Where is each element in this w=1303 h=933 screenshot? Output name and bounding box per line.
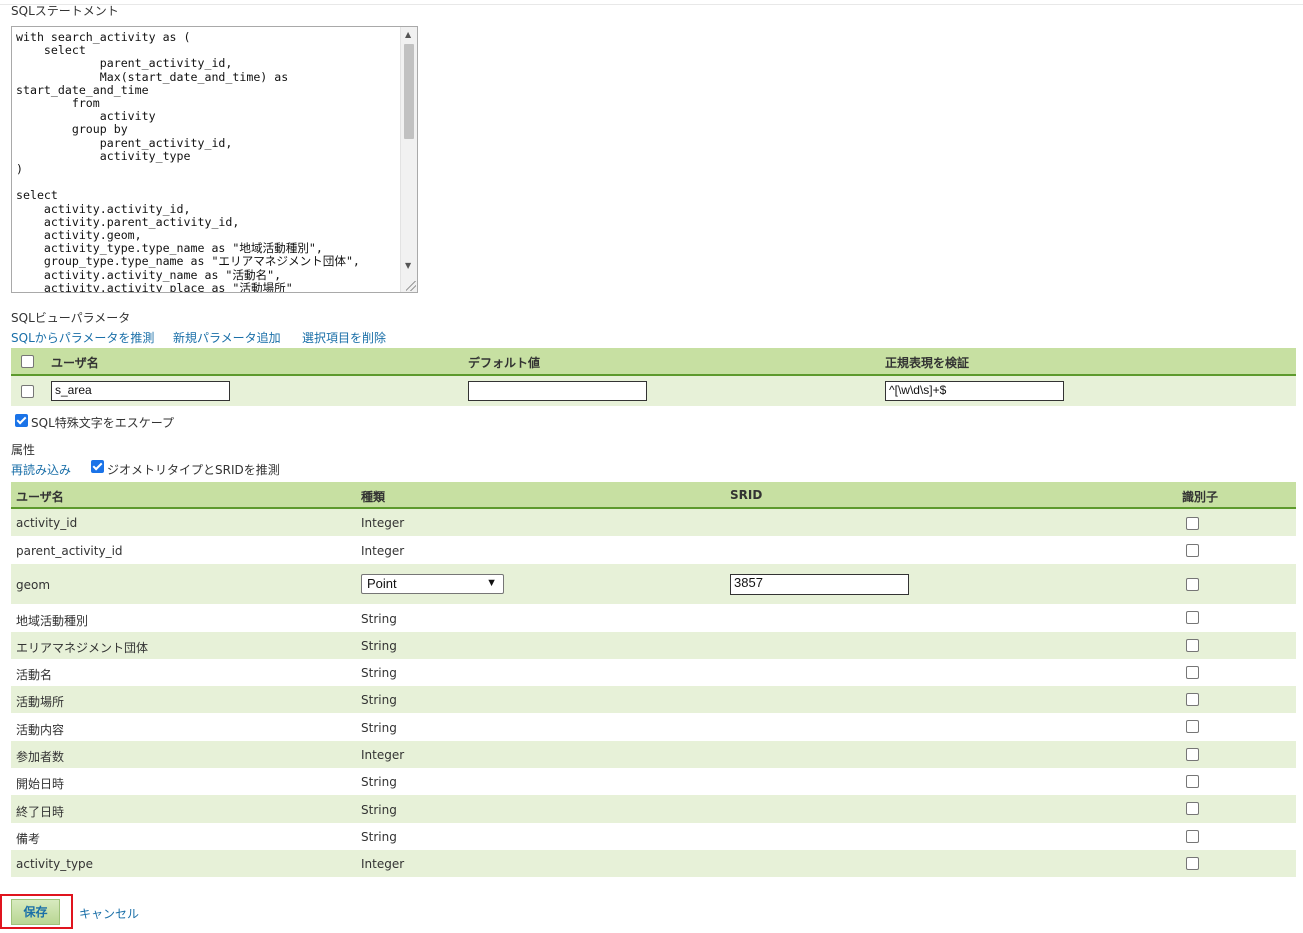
table-row: 備考 String [11,823,1296,850]
cancel-link[interactable]: キャンセル [79,905,139,922]
srid-input[interactable]: 3857 [730,574,909,595]
top-divider [0,4,1303,5]
sql-statement-textarea[interactable]: with search_activity as ( select parent_… [11,26,418,293]
attr-type: String [361,612,397,626]
params-header-regex: 正規表現を検証 [885,356,970,370]
reload-link[interactable]: 再読み込み [11,461,71,478]
sql-scrollbar[interactable]: ▲ ▼ [400,27,417,292]
attr-name: エリアマネジメント団体 [16,641,149,655]
escape-sql-label: SQL特殊文字をエスケープ [31,416,175,430]
identifier-checkbox[interactable] [1186,802,1199,815]
add-param-link[interactable]: 新規パラメータ追加 [173,329,281,346]
attr-type: Integer [361,748,405,762]
attr-name: 活動場所 [16,695,65,709]
identifier-checkbox[interactable] [1186,639,1199,652]
attrs-table-header: ユーザ名 種類 SRID 識別子 [11,482,1296,509]
identifier-checkbox[interactable] [1186,830,1199,843]
sql-view-params-label: SQLビューパラメータ [11,311,131,325]
table-row: parent_activity_id Integer [11,536,1296,564]
table-row: activity_id Integer [11,509,1296,536]
params-table-header: ユーザ名 デフォルト値 正規表現を検証 [11,348,1296,376]
delete-selected-link[interactable]: 選択項目を削除 [302,329,386,346]
identifier-checkbox[interactable] [1186,693,1199,706]
params-header-username: ユーザ名 [51,356,99,370]
guess-geometry-label: ジオメトリタイプとSRIDを推測 [107,463,280,477]
identifier-checkbox[interactable] [1186,720,1199,733]
attr-name: 活動内容 [16,723,65,737]
attr-name: geom [16,578,51,592]
attr-type: String [361,693,397,707]
identifier-checkbox[interactable] [1186,544,1199,557]
geometry-type-value: Point [367,576,397,591]
resize-grip-icon[interactable] [406,281,416,291]
attr-type: String [361,775,397,789]
sql-statement-text[interactable]: with search_activity as ( select parent_… [16,30,360,292]
attr-name: 活動名 [16,668,53,682]
attr-name: 備考 [16,832,41,846]
table-row: activity_type Integer [11,850,1296,877]
param-name-input[interactable]: s_area [51,381,230,401]
attrs-header-identifier: 識別子 [1182,490,1219,504]
guess-params-link[interactable]: SQLからパラメータを推測 [11,329,154,346]
identifier-checkbox[interactable] [1186,748,1199,761]
attr-name: activity_id [16,516,78,530]
param-default-input[interactable] [468,381,647,401]
param-regex-input[interactable]: ^[\w\d\s]+$ [885,381,1064,401]
scroll-down-icon[interactable]: ▼ [405,262,411,270]
table-row: 終了日時 String [11,795,1296,823]
param-row-checkbox[interactable] [21,385,34,398]
table-row: エリアマネジメント団体 String [11,632,1296,659]
identifier-checkbox[interactable] [1186,578,1199,591]
chevron-down-icon: ▼ [486,577,497,589]
table-row: 開始日時 String [11,768,1296,795]
attr-type: Integer [361,516,405,530]
table-row: 参加者数 Integer [11,741,1296,768]
attr-type: String [361,803,397,817]
geometry-type-select[interactable]: Point ▼ [361,574,504,594]
scroll-up-icon[interactable]: ▲ [405,31,411,39]
identifier-checkbox[interactable] [1186,775,1199,788]
attr-name: activity_type [16,857,94,871]
table-row: 活動内容 String [11,713,1296,741]
attr-name: parent_activity_id [16,544,123,558]
table-row: 地域活動種別 String [11,604,1296,632]
table-row: geom Point ▼ 3857 [11,564,1296,604]
params-table-row: s_area ^[\w\d\s]+$ [11,376,1296,406]
sql-statement-label: SQLステートメント [11,4,119,18]
attrs-header-username: ユーザ名 [16,490,64,504]
identifier-checkbox[interactable] [1186,666,1199,679]
attr-type: String [361,639,397,653]
table-row: 活動名 String [11,659,1296,686]
attr-name: 終了日時 [16,805,65,819]
attr-type: Integer [361,544,405,558]
attrs-header-type: 種類 [361,490,386,504]
escape-sql-checkbox[interactable] [15,414,28,427]
params-header-default: デフォルト値 [468,356,541,370]
identifier-checkbox[interactable] [1186,857,1199,870]
attr-name: 地域活動種別 [16,614,89,628]
guess-geometry-checkbox[interactable] [91,460,104,473]
attr-type: String [361,830,397,844]
table-row: 活動場所 String [11,686,1296,713]
attr-type: String [361,721,397,735]
identifier-checkbox[interactable] [1186,611,1199,624]
save-button[interactable]: 保存 [11,899,60,925]
attrs-header-srid: SRID [730,488,763,502]
attributes-label: 属性 [11,443,36,457]
identifier-checkbox[interactable] [1186,517,1199,530]
attr-name: 参加者数 [16,750,65,764]
attr-type: Integer [361,857,405,871]
attr-name: 開始日時 [16,777,65,791]
params-select-all-checkbox[interactable] [21,355,34,368]
attr-type: String [361,666,397,680]
scroll-thumb[interactable] [404,44,414,139]
